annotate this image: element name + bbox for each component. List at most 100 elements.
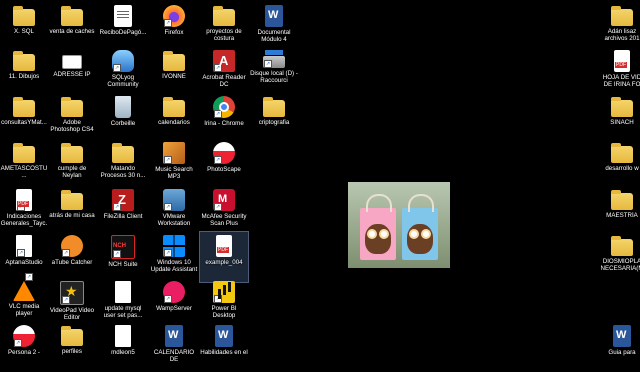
desktop-icon[interactable]: ↗ aTube Catcher [48,232,96,282]
file-icon [115,325,131,347]
desktop-icon[interactable]: ↗ Windows 10 Update Assistant [150,232,198,282]
file-icon: ↗ [16,235,32,257]
desktop-icon[interactable]: ↗ FileZilla Client [99,186,147,236]
desktop-icon[interactable]: ↗ Disque local (D) - Raccourci [250,47,298,97]
shortcut-arrow-icon: ↗ [17,203,25,211]
desktop-icon-label: aTube Catcher [51,259,93,266]
document-icon [62,55,82,69]
desktop-icon-label: MAESTRÍA [606,212,638,219]
desktop-icon[interactable]: ↗ Firefox [150,2,198,52]
desktop-icon[interactable]: ↗ PhotoScape [200,139,248,189]
pdf-icon [614,50,630,72]
shortcut-arrow-icon: ↗ [25,273,33,281]
desktop-icon[interactable]: MAESTRÍA [598,186,640,236]
desktop-icon[interactable]: 11. Dibujos [0,47,48,97]
desktop-icon[interactable]: ↗ AptanaStudio [0,232,48,282]
desktop-icon-label: DIOSMIOPLA NECESARIA(M [600,258,640,273]
desktop-icon[interactable]: ↗ VideoPad Video Editor [48,278,96,328]
desktop-icon[interactable]: CALENDARIO DE [150,322,198,372]
desktop-icon-label: perfiles [62,348,82,355]
desktop-icon[interactable]: desarrollo w [598,139,640,189]
desktop-icon[interactable]: ↗ NCH Suite [99,232,147,282]
desktop-icon[interactable]: Adán lisaz archivos 201 [598,2,640,52]
desktop-icon[interactable]: SINACH [598,93,640,143]
desktop-icon[interactable]: example_004 [199,231,249,283]
desktop-icon-label: criptografia [258,119,290,126]
document-icon [114,5,132,27]
desktop-icon[interactable]: ↗ Irina - Chrome [200,93,248,143]
word-icon [165,325,183,347]
desktop-icon[interactable]: HOJA DE VID DE IRINA FO [598,47,640,97]
desktop-icon[interactable]: ↗ Music Search MP3 [150,139,198,189]
desktop-icon[interactable]: ↗ VMware Workstation [150,186,198,236]
folder-icon [611,97,633,117]
desktop-icon-label: Firefox [164,29,184,36]
desktop-icon[interactable]: DIOSMIOPLA NECESARIA(M [598,232,640,282]
folder-icon [611,190,633,210]
disc-icon: ↗ [13,325,35,347]
desktop-icon[interactable]: ↗ WampServer [150,278,198,328]
pdf-icon: ↗ [16,189,32,211]
desktop-icon-label: atrás de mi casa [49,212,95,219]
desktop-icon-label: Matando Procesos 30 n... [100,165,146,180]
desktop-icon[interactable]: update mysql user set pas... [99,278,147,328]
folder-icon [263,97,285,117]
desktop-icon[interactable]: ↗ Indicaciones Generales_Tayc... [0,186,48,236]
shortcut-arrow-icon: ↗ [214,295,222,303]
desktop-icon-label: VideoPad Video Editor [49,307,95,322]
desktop-icon[interactable]: ReciboDePagó... [99,2,147,52]
desktop-icon-label: Irina - Chrome [204,120,244,127]
folder-icon [611,143,633,163]
desktop-icon[interactable]: ↗ VLC media player [0,273,48,328]
desktop-icon-label: desarrollo w [605,165,639,172]
desktop-icon[interactable]: ↗ Acrobat Reader DC [200,47,248,97]
desktop-icon[interactable]: ↗ McAfee Security Scan Plus [200,186,248,236]
desktop-icon[interactable]: calendarios [150,93,198,143]
bag-handle [408,194,434,212]
desktop-icon[interactable]: ADRESSE IP [48,47,96,97]
desktop-icon[interactable]: AMETASCOSTU... [0,139,48,189]
desktop-icon-label: Indicaciones Generales_Tayc... [0,213,48,228]
desktop-icon[interactable]: IVONNE [150,47,198,97]
desktop-icon-label: Windows 10 Update Assistant [150,259,198,274]
desktop-icon[interactable]: Guia para [598,322,640,372]
desktop-icon[interactable]: ↗ SQLyog Community [99,47,147,97]
shortcut-arrow-icon: ↗ [62,249,70,257]
desktop-icon-label: Acrobat Reader DC [202,74,246,89]
folder-icon [61,190,83,210]
videopad-icon: ↗ [60,281,84,305]
shortcut-arrow-icon: ↗ [164,295,172,303]
desktop-icon[interactable]: cumple de Neylan [48,139,96,189]
folder-icon [611,6,633,26]
desktop-icon[interactable]: perfiles [48,322,96,372]
photoscape-icon: ↗ [213,142,235,164]
filezilla-icon: ↗ [112,189,134,211]
desktop-icon[interactable]: ↗ Persona 2 - [0,322,48,372]
desktop-icon[interactable]: criptografia [250,93,298,143]
desktop-icon[interactable]: consultasYMat... [0,93,48,143]
desktop-icon-label: Documental Módulo 4 [257,29,291,44]
desktop-icon[interactable]: proyectos de costura [200,2,248,52]
desktop-icon[interactable]: Matando Procesos 30 n... [99,139,147,189]
owl-decoration [407,224,433,254]
desktop-icon[interactable]: ↗ Power BI Desktop [200,278,248,328]
folder-icon [13,6,35,26]
desktop-icon[interactable]: Habilidades en el [200,322,248,372]
desktop-icon-label: FileZilla Client [103,213,143,220]
desktop-icon[interactable]: Corbeille [99,93,147,143]
desktop-icon[interactable]: atrás de mi casa [48,186,96,236]
desktop-icon[interactable]: mdleon5 [99,322,147,372]
desktop-icon[interactable]: X. SQL [0,2,48,52]
sqlyog-icon: ↗ [112,50,134,72]
desktop-icon-label: SQLyog Community [107,74,139,89]
desktop-icon[interactable]: Documental Módulo 4 [250,2,298,52]
owl-eye [367,229,377,239]
desktop-icon-label: X. SQL [14,28,34,35]
desktop-icon-label: 11. Dibujos [8,73,40,80]
shortcut-arrow-icon: ↗ [164,203,172,211]
shortcut-arrow-icon: ↗ [17,249,25,257]
desktop-icon[interactable]: venta de caches [48,2,96,52]
shortcut-arrow-icon: ↗ [214,110,222,118]
desktop-icon[interactable]: Adobe Photoshop CS4 [48,93,96,143]
desktop-icon-label: Persona 2 - [8,349,40,356]
